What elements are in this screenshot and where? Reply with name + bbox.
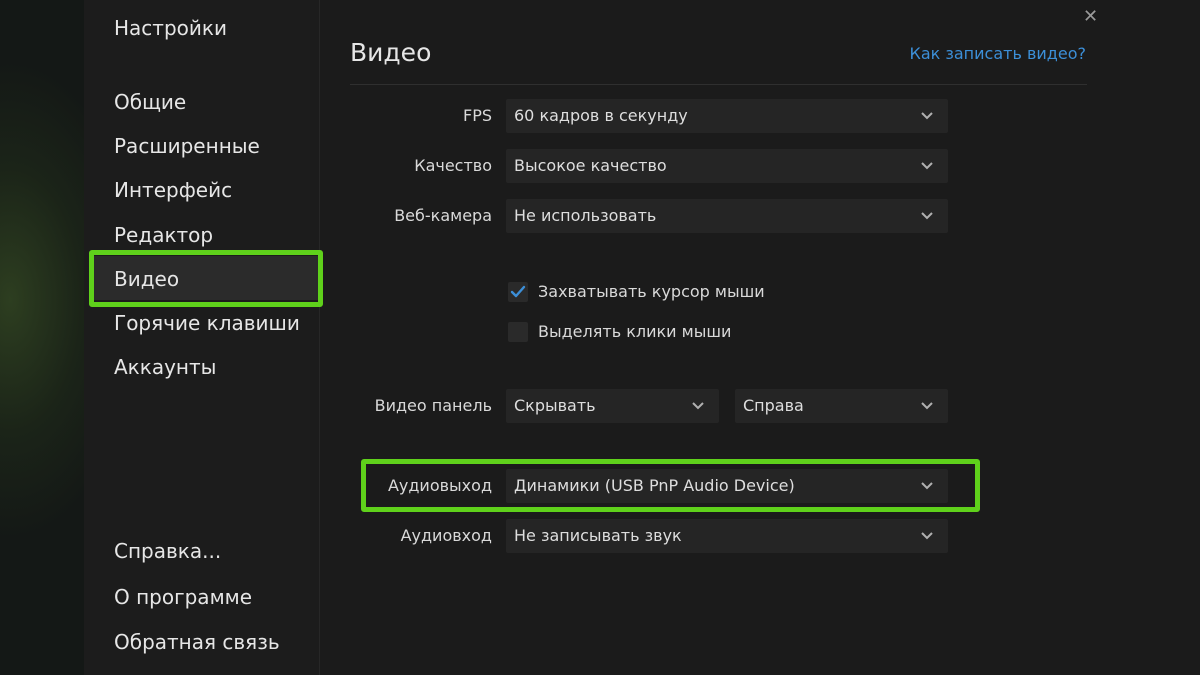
chevron-down-icon	[920, 149, 934, 183]
quality-label: Качество	[414, 156, 492, 175]
quality-value: Высокое качество	[514, 156, 667, 175]
sidebar-item-video[interactable]: Видео	[114, 264, 179, 294]
chevron-down-icon	[691, 389, 705, 423]
audio-out-label: Аудиовыход	[387, 476, 492, 495]
highlight-clicks-label[interactable]: Выделять клики мыши	[538, 322, 731, 341]
audio-in-value: Не записывать звук	[514, 526, 682, 545]
audio-out-value: Динамики (USB PnP Audio Device)	[514, 476, 795, 495]
close-icon[interactable]: ✕	[1083, 6, 1098, 27]
fps-select[interactable]: 60 кадров в секунду	[506, 99, 948, 133]
sidebar-item-about[interactable]: О программе	[114, 582, 252, 612]
video-panel-label: Видео панель	[374, 396, 492, 415]
sidebar-item-feedback[interactable]: Обратная связь	[114, 627, 280, 657]
help-link[interactable]: Как записать видео?	[909, 44, 1086, 63]
header-divider	[350, 84, 1087, 85]
chevron-down-icon	[920, 519, 934, 553]
audio-in-label: Аудиовход	[400, 526, 492, 545]
webcam-value: Не использовать	[514, 206, 657, 225]
video-panel-mode-value: Скрывать	[514, 396, 596, 415]
sidebar-heading: Настройки	[114, 16, 227, 40]
sidebar-item-advanced[interactable]: Расширенные	[114, 131, 260, 161]
sidebar-item-hotkeys[interactable]: Горячие клавиши	[114, 308, 300, 338]
fps-label: FPS	[462, 106, 492, 125]
video-panel-position-value: Справа	[743, 396, 804, 415]
quality-select[interactable]: Высокое качество	[506, 149, 948, 183]
checkmark-icon	[510, 285, 526, 298]
webcam-select[interactable]: Не использовать	[506, 199, 948, 233]
capture-cursor-checkbox[interactable]	[508, 282, 528, 302]
capture-cursor-label[interactable]: Захватывать курсор мыши	[538, 282, 765, 301]
highlight-clicks-checkbox[interactable]	[508, 322, 528, 342]
webcam-label: Веб-камера	[394, 206, 492, 225]
video-panel-position-select[interactable]: Справа	[735, 389, 948, 423]
audio-out-select[interactable]: Динамики (USB PnP Audio Device)	[506, 469, 948, 503]
fps-value: 60 кадров в секунду	[514, 106, 688, 125]
chevron-down-icon	[920, 389, 934, 423]
audio-in-select[interactable]: Не записывать звук	[506, 519, 948, 553]
chevron-down-icon	[920, 99, 934, 133]
page-title: Видео	[350, 38, 432, 67]
chevron-down-icon	[920, 199, 934, 233]
chevron-down-icon	[920, 469, 934, 503]
settings-sidebar: Настройки Общие Расширенные Интерфейс Ре…	[84, 0, 320, 675]
sidebar-item-general[interactable]: Общие	[114, 87, 186, 117]
video-panel-mode-select[interactable]: Скрывать	[506, 389, 719, 423]
sidebar-item-editor[interactable]: Редактор	[114, 220, 213, 250]
sidebar-item-interface[interactable]: Интерфейс	[114, 175, 232, 205]
sidebar-item-accounts[interactable]: Аккаунты	[114, 352, 216, 382]
sidebar-item-help[interactable]: Справка...	[114, 536, 221, 566]
